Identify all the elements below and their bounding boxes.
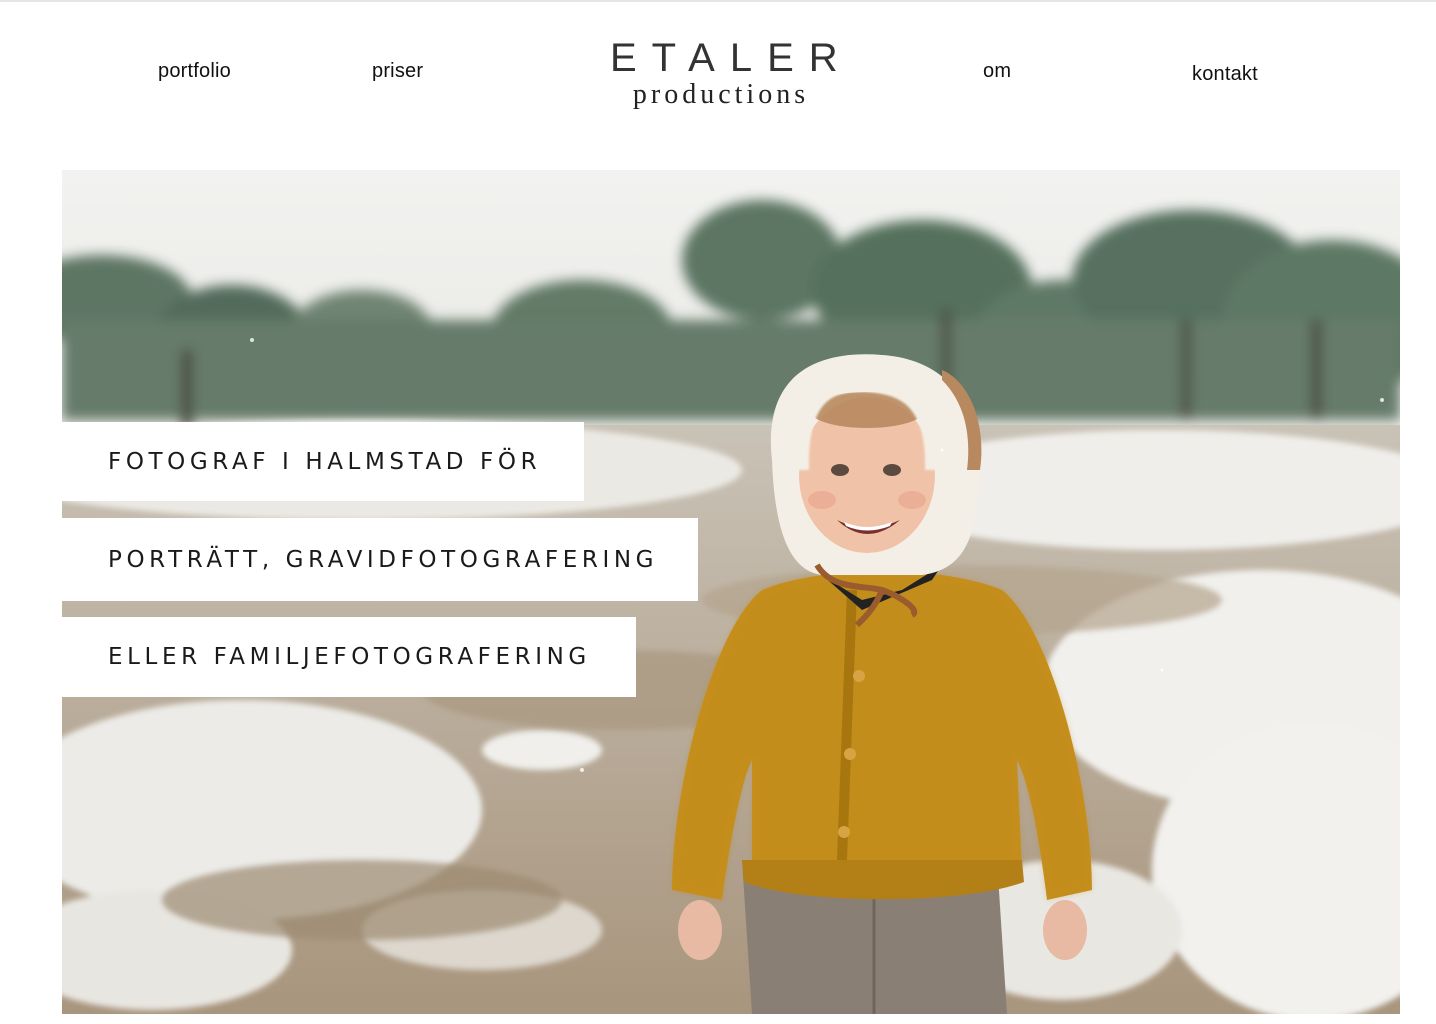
hero-tagline-3: ELLER FAMILJEFOTOGRAFERING — [62, 617, 636, 697]
nav-link-priser[interactable]: priser — [372, 60, 423, 83]
nav-link-kontakt[interactable]: kontakt — [1192, 63, 1258, 86]
nav-link-om[interactable]: om — [983, 60, 1011, 83]
logo-wordmark: ETALER — [610, 36, 853, 80]
logo-subtitle: productions — [632, 79, 810, 110]
site-logo[interactable]: ETALER productions — [596, 34, 846, 110]
hero-tagline-2: PORTRÄTT, GRAVIDFOTOGRAFERING — [62, 518, 698, 601]
nav-link-portfolio[interactable]: portfolio — [158, 60, 231, 83]
top-border — [0, 0, 1436, 2]
page: portfolio priser ETALER productions om k… — [0, 0, 1436, 1024]
hero-tagline-1: FOTOGRAF I HALMSTAD FÖR — [62, 422, 584, 501]
